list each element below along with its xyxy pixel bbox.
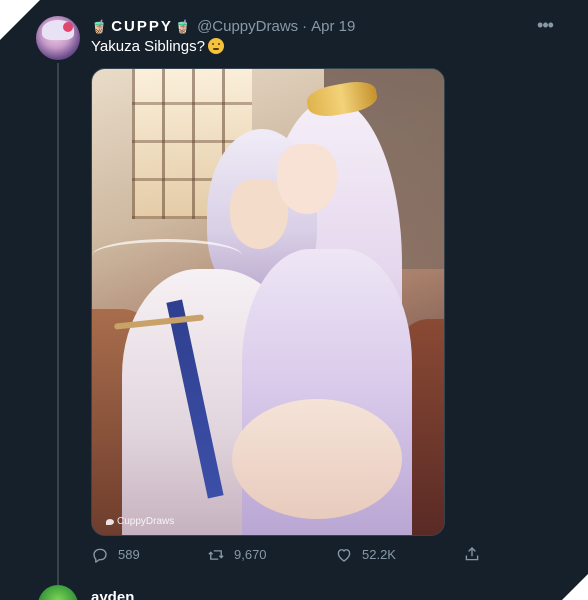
tweet-thread-view: 🧋 CUPPY 🧋 @CuppyDraws · Apr 19 ••• Yakuz…	[0, 0, 588, 600]
bubble-tea-emoji-icon: 🧋	[174, 19, 194, 34]
media-smoke	[92, 239, 242, 272]
media-watermark: CuppyDraws	[106, 516, 174, 527]
media-watermark-text: CuppyDraws	[117, 516, 175, 527]
media-legs	[232, 399, 402, 519]
avatar-flower-shape	[63, 22, 73, 32]
tweet-media-image[interactable]: CuppyDraws	[91, 68, 445, 536]
like-button[interactable]: 52.2K	[335, 545, 396, 565]
retweet-count: 9,670	[234, 547, 267, 562]
reply-button[interactable]: 589	[91, 545, 140, 565]
more-options-icon[interactable]: •••	[534, 16, 556, 36]
author-avatar[interactable]	[36, 16, 80, 60]
bubble-tea-emoji-icon: 🧋	[91, 19, 110, 34]
share-button[interactable]	[463, 545, 481, 563]
media-woman-face	[277, 144, 337, 214]
tweet-date[interactable]: Apr 19	[311, 17, 355, 37]
author-display-name-text: CUPPY	[111, 18, 173, 35]
thinking-face-emoji-icon	[207, 38, 224, 54]
share-icon	[465, 547, 479, 561]
retweet-icon	[208, 550, 224, 560]
twitter-bird-icon	[106, 518, 114, 525]
author-handle[interactable]: @CuppyDraws	[197, 17, 298, 37]
next-tweet-display-name[interactable]: ayden	[91, 588, 134, 600]
like-count: 52.2K	[362, 547, 396, 562]
author-display-name[interactable]: 🧋 CUPPY 🧋	[91, 17, 193, 37]
header-separator: ·	[302, 18, 308, 35]
thread-connector-line	[57, 63, 59, 585]
reply-icon	[93, 548, 107, 563]
heart-icon	[337, 549, 351, 562]
tweet-text-content: Yakuza Siblings?	[91, 38, 205, 55]
tweet-text: Yakuza Siblings?	[91, 37, 224, 57]
reply-count: 589	[118, 547, 140, 562]
tweet-header: 🧋 CUPPY 🧋 @CuppyDraws · Apr 19	[91, 17, 355, 37]
screenshot-corner-bottom-right	[562, 574, 588, 600]
tweet-action-bar: 589 9,670 52.2K	[91, 545, 491, 567]
retweet-button[interactable]: 9,670	[207, 545, 267, 565]
screenshot-corner-top-left	[0, 0, 40, 40]
next-tweet-avatar[interactable]	[38, 585, 78, 600]
